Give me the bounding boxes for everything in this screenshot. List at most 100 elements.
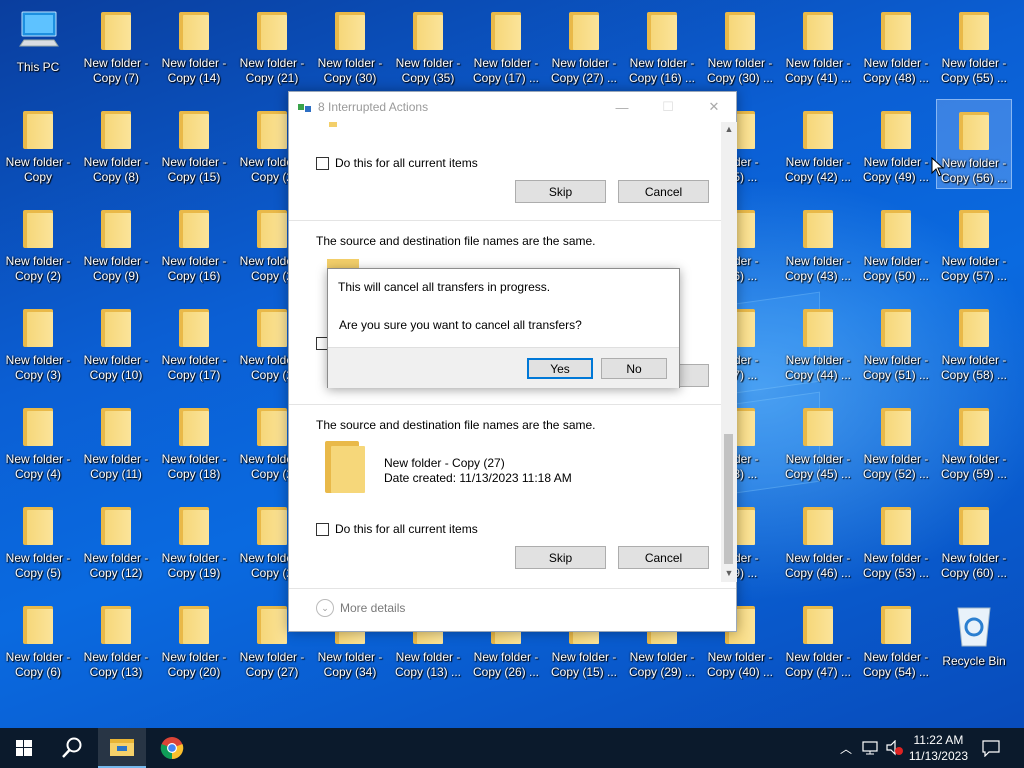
folder-desktop-icon[interactable]: New folder - Copy (30) (312, 0, 388, 90)
minimize-button[interactable]: — (599, 92, 645, 122)
desktop-icon-label: New folder - Copy (29) ... (628, 650, 696, 679)
folder-desktop-icon[interactable]: New folder - Copy (6) (0, 594, 76, 684)
folder-desktop-icon[interactable]: New folder - Copy (18) (156, 396, 232, 486)
folder-desktop-icon[interactable]: New folder - Copy (57) ... (936, 198, 1012, 288)
checkbox[interactable] (316, 156, 329, 170)
folder-icon (881, 408, 911, 446)
this-pc-desktop-icon[interactable]: This PC (0, 0, 76, 90)
folder-desktop-icon[interactable]: New folder - Copy (0, 99, 76, 189)
folder-desktop-icon[interactable]: New folder - Copy (16) ... (624, 0, 700, 90)
folder-desktop-icon[interactable]: New folder - Copy (46) ... (780, 495, 856, 585)
desktop-icon-label: New folder - Copy (9) (83, 254, 149, 283)
no-button[interactable]: No (601, 358, 667, 379)
folder-desktop-icon[interactable]: New folder - Copy (45) ... (780, 396, 856, 486)
folder-icon (23, 111, 53, 149)
folder-desktop-icon[interactable]: New folder - Copy (3) (0, 297, 76, 387)
confirm-message: This will cancel all transfers in progre… (338, 280, 551, 294)
more-details-toggle[interactable]: ⌄ More details (316, 599, 405, 617)
notifications-icon[interactable] (982, 739, 1000, 757)
network-icon[interactable] (862, 741, 880, 755)
start-button[interactable] (0, 728, 48, 768)
recycle-bin-desktop-icon[interactable]: Recycle Bin (936, 594, 1012, 684)
folder-desktop-icon[interactable]: New folder - Copy (8) (78, 99, 154, 189)
folder-desktop-icon[interactable]: New folder - Copy (5) (0, 495, 76, 585)
checkbox[interactable] (316, 522, 329, 536)
folder-desktop-icon[interactable]: New folder - Copy (47) ... (780, 594, 856, 684)
folder-desktop-icon[interactable]: New folder - Copy (52) ... (858, 396, 934, 486)
desktop-icon-label: New folder - Copy (15) (161, 155, 227, 184)
conflict-message: The source and destination file names ar… (316, 418, 596, 432)
folder-icon (881, 606, 911, 644)
folder-desktop-icon[interactable]: New folder - Copy (48) ... (858, 0, 934, 90)
cancel-button[interactable]: Cancel (618, 546, 709, 569)
desktop-icon-label: New folder - Copy (55) ... (940, 56, 1008, 85)
folder-desktop-icon[interactable]: New folder - Copy (14) (156, 0, 232, 90)
folder-icon (179, 606, 209, 644)
folder-desktop-icon[interactable]: New folder - Copy (53) ... (858, 495, 934, 585)
do-for-all-checkbox-row[interactable]: Do this for all current items (316, 156, 478, 170)
folder-desktop-icon[interactable]: New folder - Copy (59) ... (936, 396, 1012, 486)
desktop-icon-label: New folder - Copy (45) ... (784, 452, 852, 481)
folder-desktop-icon[interactable]: New folder - Copy (17) (156, 297, 232, 387)
folder-desktop-icon[interactable]: New folder - Copy (9) (78, 198, 154, 288)
folder-desktop-icon[interactable]: New folder - Copy (49) ... (858, 99, 934, 189)
folder-desktop-icon[interactable]: New folder - Copy (44) ... (780, 297, 856, 387)
scroll-down-icon[interactable]: ▼ (724, 568, 734, 578)
desktop-icon-label: New folder - Copy (14) (161, 56, 227, 85)
desktop-icon-label: New folder - Copy (51) ... (862, 353, 930, 382)
folder-desktop-icon[interactable]: New folder - Copy (17) ... (468, 0, 544, 90)
skip-button[interactable]: Skip (515, 546, 606, 569)
volume-muted-icon[interactable] (886, 740, 904, 756)
search-button[interactable] (48, 728, 96, 768)
folder-desktop-icon[interactable]: New folder - Copy (58) ... (936, 297, 1012, 387)
folder-desktop-icon[interactable]: New folder - Copy (4) (0, 396, 76, 486)
close-button[interactable]: ✕ (691, 92, 737, 122)
folder-icon (23, 408, 53, 446)
scrollbar[interactable]: ▲ ▼ (721, 122, 737, 582)
folder-desktop-icon[interactable]: New folder - Copy (42) ... (780, 99, 856, 189)
system-clock[interactable]: 11:22 AM 11/13/2023 (909, 732, 968, 764)
folder-desktop-icon[interactable]: New folder - Copy (10) (78, 297, 154, 387)
folder-desktop-icon[interactable]: New folder - Copy (7) (78, 0, 154, 90)
folder-desktop-icon[interactable]: New folder - Copy (54) ... (858, 594, 934, 684)
folder-desktop-icon[interactable]: New folder - Copy (43) ... (780, 198, 856, 288)
folder-desktop-icon[interactable]: New folder - Copy (13) (78, 594, 154, 684)
folder-desktop-icon[interactable]: New folder - Copy (16) (156, 198, 232, 288)
chrome-taskbar-button[interactable] (148, 728, 196, 768)
folder-desktop-icon[interactable]: New folder - Copy (60) ... (936, 495, 1012, 585)
show-hidden-icons-chevron-icon[interactable]: ︿ (840, 740, 852, 757)
folder-icon (881, 210, 911, 248)
folder-icon (803, 606, 833, 644)
folder-desktop-icon[interactable]: New folder - Copy (55) ... (936, 0, 1012, 90)
folder-desktop-icon[interactable]: New folder - Copy (51) ... (858, 297, 934, 387)
cancel-button[interactable]: Cancel (618, 180, 709, 203)
dialog-titlebar[interactable]: 8 Interrupted Actions — ☐ ✕ (289, 92, 736, 122)
folder-desktop-icon[interactable]: New folder - Copy (56) ... (936, 99, 1012, 189)
folder-desktop-icon[interactable]: New folder - Copy (2) (0, 198, 76, 288)
folder-desktop-icon[interactable]: New folder - Copy (21) (234, 0, 310, 90)
folder-desktop-icon[interactable]: New folder - Copy (12) (78, 495, 154, 585)
folder-desktop-icon[interactable]: New folder - Copy (30) ... (702, 0, 778, 90)
folder-desktop-icon[interactable]: New folder - Copy (11) (78, 396, 154, 486)
folder-icon (569, 12, 599, 50)
folder-desktop-icon[interactable]: New folder - Copy (50) ... (858, 198, 934, 288)
scroll-up-icon[interactable]: ▲ (724, 124, 734, 134)
maximize-button[interactable]: ☐ (645, 92, 691, 122)
folder-desktop-icon[interactable]: New folder - Copy (20) (156, 594, 232, 684)
folder-desktop-icon[interactable]: New folder - Copy (27) ... (546, 0, 622, 90)
folder-desktop-icon[interactable]: New folder - Copy (15) (156, 99, 232, 189)
folder-icon (101, 408, 131, 446)
skip-button[interactable]: Skip (515, 180, 606, 203)
do-for-all-checkbox-row[interactable]: Do this for all current items (316, 522, 478, 536)
folder-icon (725, 12, 755, 50)
desktop-icon-label: New folder - Copy (13) (83, 650, 149, 679)
yes-button[interactable]: Yes (527, 358, 593, 379)
file-explorer-taskbar-button[interactable] (98, 728, 146, 768)
folder-icon (959, 112, 989, 150)
folder-desktop-icon[interactable]: New folder - Copy (35) (390, 0, 466, 90)
folder-icon (101, 111, 131, 149)
folder-desktop-icon[interactable]: New folder - Copy (41) ... (780, 0, 856, 90)
folder-icon (101, 606, 131, 644)
folder-desktop-icon[interactable]: New folder - Copy (19) (156, 495, 232, 585)
scrollbar-thumb[interactable] (724, 434, 733, 564)
